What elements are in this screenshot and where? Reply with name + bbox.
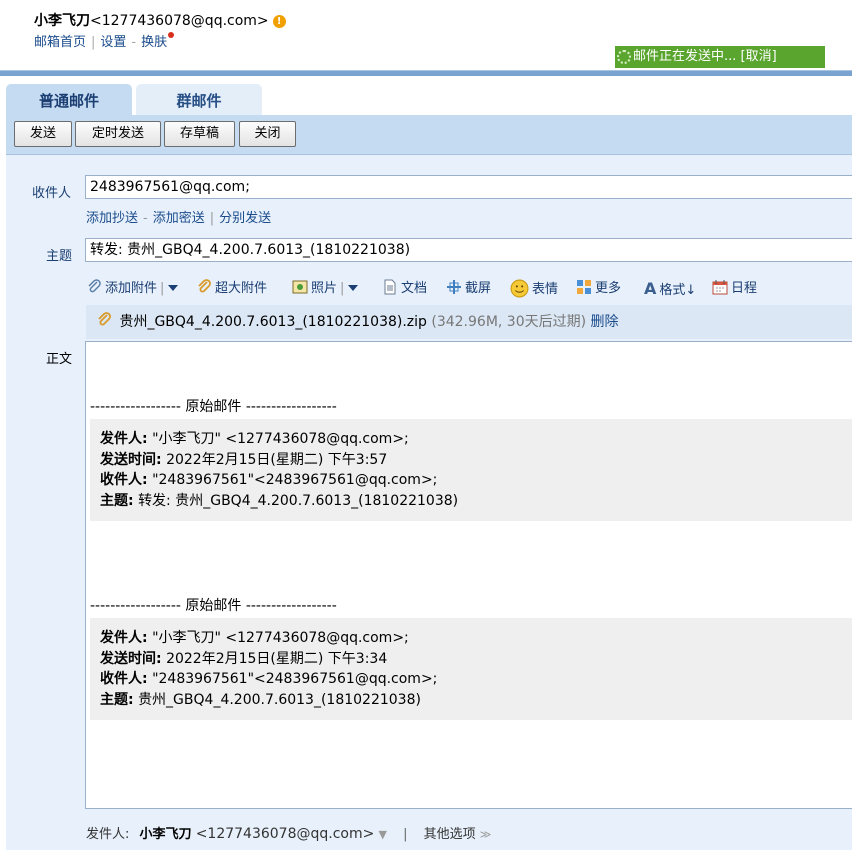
body-label: 正文 — [46, 352, 73, 367]
font-format-icon: A — [644, 279, 657, 298]
sender-select[interactable]: 小李飞刀 <1277436078@qq.com> ▼ — [140, 826, 387, 842]
calendar-icon — [712, 280, 728, 295]
caret-down-icon: ▼ — [378, 828, 387, 841]
sending-status-text: 邮件正在发送中... [取消] — [633, 49, 777, 64]
recipient-options: 添加抄送 - 添加密送 | 分别发送 — [86, 207, 271, 226]
large-paperclip-icon — [198, 279, 211, 293]
format-button[interactable]: A 格式↓ — [644, 279, 696, 299]
compose-toolbar: 发送 定时发送 存草稿 关闭 — [6, 115, 852, 155]
top-links: 邮箱首页 | 设置 - 换肤 — [34, 31, 175, 50]
emoji-label: 表情 — [532, 282, 559, 297]
original-mail-divider: ------------------ 原始邮件 ----------------… — [90, 399, 337, 415]
quote-from-line: 发件人: "小李飞刀" <1277436078@qq.com>; — [100, 431, 409, 447]
add-attachment-button[interactable]: 添加附件 | — [86, 279, 179, 299]
photo-button[interactable]: 照片 | — [292, 279, 359, 299]
tab-normal-mail[interactable]: 普通邮件 — [6, 84, 132, 116]
close-button[interactable]: 关闭 — [239, 121, 296, 147]
separator: | — [91, 35, 96, 50]
separator: | — [209, 211, 215, 226]
subject-label: 主题 — [46, 249, 73, 264]
large-paperclip-icon — [98, 312, 111, 326]
calendar-button[interactable]: 日程 — [712, 279, 757, 299]
grid-icon — [577, 280, 591, 294]
warning-icon[interactable]: ! — [272, 15, 286, 28]
scheduled-send-button[interactable]: 定时发送 — [75, 121, 161, 147]
settings-link[interactable]: 设置 — [100, 35, 126, 50]
chevron-down-icon[interactable] — [348, 285, 359, 291]
quoted-header-block: 发件人: "小李飞刀" <1277436078@qq.com>; 发送时间: 2… — [90, 419, 852, 521]
account-line: 小李飞刀<1277436078@qq.com>! — [34, 10, 286, 30]
new-dot-icon — [168, 32, 175, 38]
attachment-item: 贵州_GBQ4_4.200.7.6013_(1810221038).zip (3… — [86, 305, 852, 339]
skin-link[interactable]: 换肤 — [141, 35, 167, 50]
separator: - — [131, 35, 137, 50]
paperclip-icon — [88, 279, 101, 293]
separator: - — [143, 211, 148, 226]
quote-subject-line: 主题: 转发: 贵州_GBQ4_4.200.7.6013_(1810221038… — [100, 493, 459, 510]
subject-field[interactable]: 转发: 贵州_GBQ4_4.200.7.6013_(1810221038) — [85, 238, 852, 262]
body-editor[interactable]: ------------------ 原始邮件 ----------------… — [85, 341, 852, 809]
original-mail-divider: ------------------ 原始邮件 ----------------… — [90, 598, 337, 614]
screenshot-label: 截屏 — [465, 281, 492, 296]
account-header: 小李飞刀<1277436078@qq.com>! 邮箱首页 | 设置 - 换肤 邮件正在… — [0, 0, 852, 70]
save-draft-button[interactable]: 存草稿 — [164, 121, 235, 147]
quote-time-line: 发送时间: 2022年2月15日(星期二) 下午3:34 — [100, 650, 388, 667]
large-attachment-button[interactable]: 超大附件 — [196, 279, 267, 299]
to-label: 收件人 — [32, 186, 72, 201]
format-label: 格式↓ — [659, 283, 697, 298]
spinner-icon — [617, 50, 631, 64]
document-button[interactable]: 文档 — [382, 279, 427, 299]
quote-to-line: 收件人: "2483967561"<2483967561@qq.com>; — [100, 472, 438, 489]
add-cc-link[interactable]: 添加抄送 — [86, 211, 138, 226]
more-label: 更多 — [595, 281, 622, 296]
document-label: 文档 — [401, 281, 428, 296]
more-button[interactable]: 更多 — [576, 279, 621, 299]
other-options-button[interactable]: 其他选项 ≫ — [424, 827, 492, 842]
sending-status[interactable]: 邮件正在发送中... [取消] — [615, 46, 825, 68]
chevron-down-icon[interactable] — [168, 285, 179, 291]
tab-group-mail[interactable]: 群邮件 — [136, 84, 262, 116]
account-email: <1277436078@qq.com> — [90, 13, 269, 29]
quote-subject-line: 主题: 贵州_GBQ4_4.200.7.6013_(1810221038) — [100, 692, 421, 709]
separator: | — [403, 827, 408, 842]
add-attachment-label: 添加附件 — [105, 281, 158, 296]
photo-label: 照片 — [311, 281, 338, 296]
smiley-icon — [510, 279, 529, 298]
document-icon — [384, 279, 396, 295]
quote-to-line: 收件人: "2483967561"<2483967561@qq.com>; — [100, 671, 438, 688]
screenshot-button[interactable]: 截屏 — [446, 279, 491, 299]
compose-form: 收件人 2483967561@qq.com; 添加抄送 - 添加密送 | 分别发送 主题… — [6, 155, 852, 850]
emoji-button[interactable]: 表情 — [510, 279, 558, 299]
mailbox-home-link[interactable]: 邮箱首页 — [34, 35, 86, 50]
send-button[interactable]: 发送 — [14, 121, 72, 147]
quoted-header-block: 发件人: "小李飞刀" <1277436078@qq.com>; 发送时间: 2… — [90, 618, 852, 720]
add-bcc-link[interactable]: 添加密送 — [153, 211, 205, 226]
to-field[interactable]: 2483967561@qq.com; — [85, 175, 852, 199]
photo-icon — [292, 280, 308, 294]
separate-send-link[interactable]: 分别发送 — [219, 211, 271, 226]
attachment-filename: 贵州_GBQ4_4.200.7.6013_(1810221038).zip — [119, 314, 427, 330]
quote-time-line: 发送时间: 2022年2月15日(星期二) 下午3:57 — [100, 451, 388, 468]
large-attachment-label: 超大附件 — [215, 281, 268, 296]
calendar-label: 日程 — [731, 281, 758, 296]
attachment-meta: (342.96M, 30天后过期) — [431, 314, 587, 330]
sender-footer: 发件人: 小李飞刀 <1277436078@qq.com> ▼ | 其他选项 ≫ — [86, 823, 491, 842]
double-chevron-down-icon: ≫ — [479, 828, 492, 841]
account-name: 小李飞刀 — [34, 13, 90, 29]
delete-attachment-link[interactable]: 删除 — [591, 314, 619, 330]
sender-label: 发件人: — [86, 827, 130, 842]
top-divider-bar — [0, 70, 852, 76]
quote-from-line: 发件人: "小李飞刀" <1277436078@qq.com>; — [100, 630, 409, 646]
scissors-icon — [447, 280, 461, 294]
